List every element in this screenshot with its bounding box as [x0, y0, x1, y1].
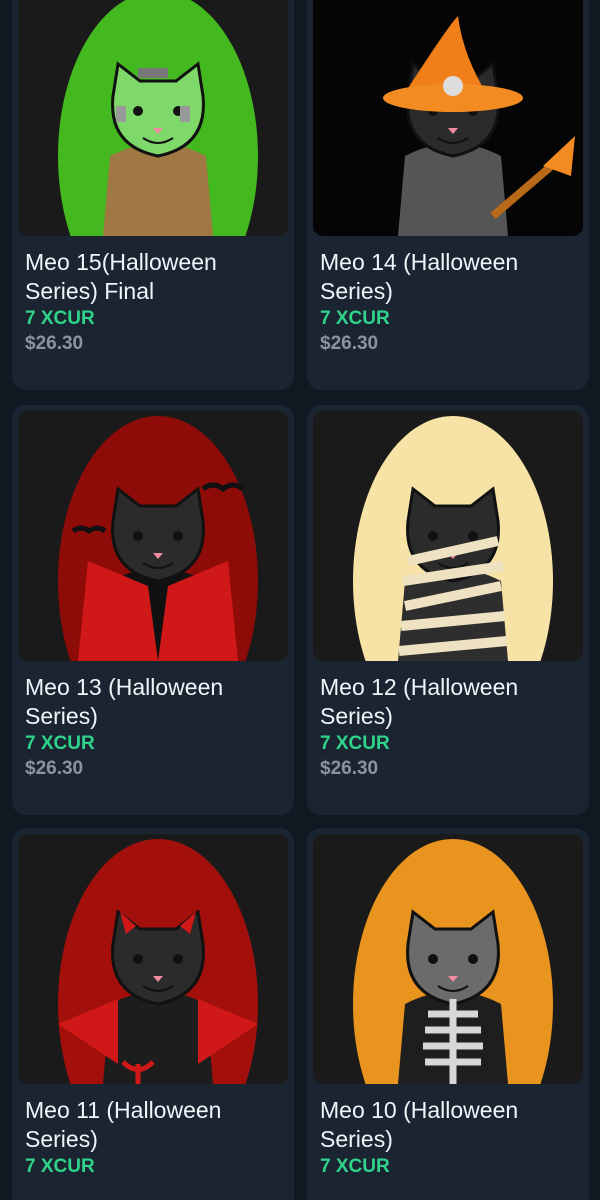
nft-info: Meo 11 (Halloween Series) 7 XCUR — [25, 1096, 284, 1178]
nft-card[interactable]: Meo 12 (Halloween Series) 7 XCUR $26.30 — [307, 405, 589, 815]
nft-image[interactable] — [313, 0, 583, 236]
nft-card[interactable]: Meo 15(Halloween Series) Final 7 XCUR $26.… — [12, 0, 294, 390]
nft-price: 7 XCUR — [320, 733, 390, 754]
nft-price: 7 XCUR — [320, 1156, 390, 1177]
nft-price: 7 XCUR — [320, 308, 390, 329]
nft-image[interactable] — [18, 411, 288, 661]
nft-price: 7 XCUR — [25, 733, 95, 754]
nft-usd-price: $26.30 — [25, 758, 84, 779]
nft-info: Meo 12 (Halloween Series) 7 XCUR $26.30 — [320, 673, 579, 781]
nft-title: Meo 12 (Halloween Series) — [320, 674, 519, 729]
nft-price: 7 XCUR — [25, 308, 95, 329]
nft-image[interactable] — [313, 411, 583, 661]
nft-image[interactable] — [18, 0, 288, 236]
nft-card[interactable]: Meo 14 (Halloween Series) 7 XCUR $26.30 — [307, 0, 589, 390]
nft-usd-price: $26.30 — [320, 333, 379, 354]
nft-info: Meo 14 (Halloween Series) 7 XCUR $26.30 — [320, 248, 579, 356]
nft-image[interactable] — [313, 834, 583, 1084]
nft-usd-price: $26.30 — [25, 333, 84, 354]
nft-info: Meo 10 (Halloween Series) 7 XCUR — [320, 1096, 579, 1178]
nft-title: Meo 11 (Halloween Series) — [25, 1097, 222, 1152]
nft-usd-price: $26.30 — [320, 758, 379, 779]
nft-title: Meo 15(Halloween Series) Final — [25, 249, 217, 304]
nft-card[interactable]: Meo 13 (Halloween Series) 7 XCUR $26.30 — [12, 405, 294, 815]
nft-title: Meo 14 (Halloween Series) — [320, 249, 519, 304]
nft-price: 7 XCUR — [25, 1156, 95, 1177]
nft-image[interactable] — [18, 834, 288, 1084]
nft-card[interactable]: Meo 11 (Halloween Series) 7 XCUR — [12, 828, 294, 1200]
nft-title: Meo 13 (Halloween Series) — [25, 674, 224, 729]
nft-info: Meo 13 (Halloween Series) 7 XCUR $26.30 — [25, 673, 284, 781]
nft-title: Meo 10 (Halloween Series) — [320, 1097, 519, 1152]
nft-info: Meo 15(Halloween Series) Final 7 XCUR $26.… — [25, 248, 284, 356]
nft-card[interactable]: Meo 10 (Halloween Series) 7 XCUR — [307, 828, 589, 1200]
